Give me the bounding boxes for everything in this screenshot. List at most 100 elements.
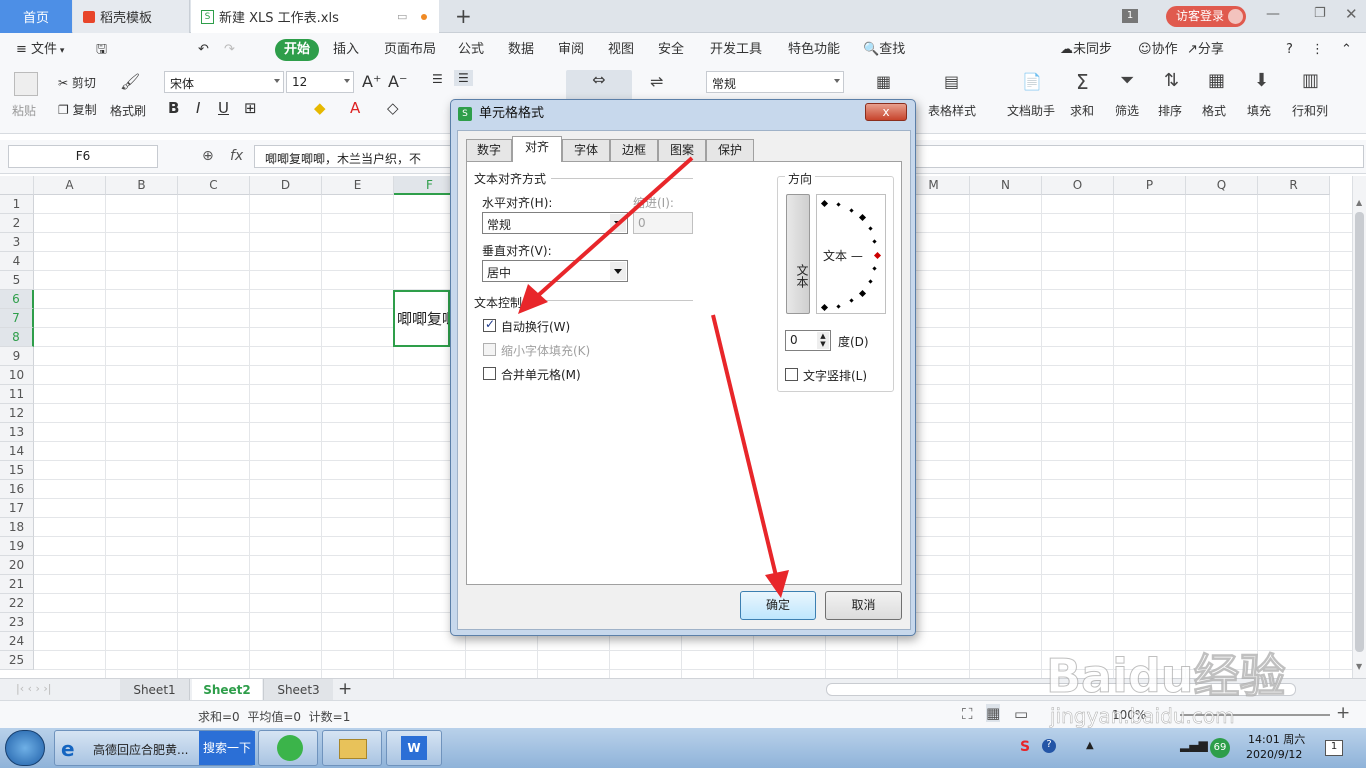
wrap-text-label[interactable]: 自动换行(W): [501, 318, 570, 335]
menu-security[interactable]: 安全: [658, 39, 684, 61]
row-header-13[interactable]: 13: [0, 423, 34, 442]
row-header-25[interactable]: 25: [0, 651, 34, 670]
conditional-format-icon[interactable]: ▦: [876, 72, 891, 91]
row-header-7[interactable]: 7: [0, 309, 34, 328]
row-header-19[interactable]: 19: [0, 537, 34, 556]
tab-template[interactable]: 稻壳模板: [73, 0, 190, 33]
add-sheet-icon[interactable]: +: [338, 679, 352, 699]
sort-label[interactable]: 排序: [1158, 102, 1182, 119]
sheet-tab-1[interactable]: Sheet1: [120, 679, 190, 701]
paste-label[interactable]: 粘贴: [12, 102, 36, 119]
notification-icon[interactable]: 1: [1325, 740, 1343, 756]
clock-date[interactable]: 2020/9/12: [1246, 748, 1302, 761]
sync-status[interactable]: ☁未同步: [1060, 39, 1112, 61]
taskbar-wps[interactable]: W: [386, 730, 442, 766]
shrink-fit-checkbox[interactable]: [483, 343, 496, 356]
zoom-search-icon[interactable]: ⊕: [202, 148, 214, 164]
align-middle-icon[interactable]: ☰: [454, 70, 473, 86]
row-header-3[interactable]: 3: [0, 233, 34, 252]
pin-icon[interactable]: ▭: [397, 10, 407, 23]
visitor-login-button[interactable]: 访客登录: [1166, 6, 1246, 27]
row-header-2[interactable]: 2: [0, 214, 34, 233]
column-header-R[interactable]: R: [1258, 176, 1330, 195]
table-style-icon[interactable]: ▤: [944, 72, 959, 91]
column-header-A[interactable]: A: [34, 176, 106, 195]
vertical-stack-label[interactable]: 文字竖排(L): [803, 367, 867, 384]
doc-helper-icon[interactable]: 📄: [1022, 72, 1042, 91]
tab-home[interactable]: 首页: [0, 0, 72, 33]
row-header-22[interactable]: 22: [0, 594, 34, 613]
normal-view-icon[interactable]: ⛶: [962, 705, 973, 723]
format-label[interactable]: 格式: [1202, 102, 1226, 119]
number-format-select[interactable]: 常规: [706, 71, 844, 93]
merge-cells-label[interactable]: 合并单元格(M): [501, 366, 581, 383]
sum-label[interactable]: 求和: [1070, 102, 1094, 119]
taskbar-ie[interactable]: e 高德回应合肥黄... 搜索一下: [54, 730, 255, 766]
tab-file[interactable]: S 新建 XLS 工作表.xls ▭: [191, 0, 439, 33]
row-header-12[interactable]: 12: [0, 404, 34, 423]
rowcol-icon[interactable]: ▥: [1302, 70, 1319, 91]
clock-time[interactable]: 14:01 周六: [1248, 731, 1305, 747]
restore-button[interactable]: ❐: [1314, 6, 1326, 21]
tray-expand-icon[interactable]: ▲: [1086, 740, 1094, 751]
italic-icon[interactable]: I: [196, 99, 200, 117]
row-header-10[interactable]: 10: [0, 366, 34, 385]
menu-insert[interactable]: 插入: [333, 39, 359, 61]
taskbar-explorer[interactable]: [322, 730, 382, 766]
tab-alignment[interactable]: 对齐: [512, 136, 562, 162]
column-header-D[interactable]: D: [250, 176, 322, 195]
tab-protection[interactable]: 保护: [706, 139, 754, 161]
sheet-tab-2[interactable]: Sheet2: [192, 679, 262, 701]
close-window-button[interactable]: ✕: [1345, 5, 1358, 23]
merge-cells-checkbox[interactable]: [483, 367, 496, 380]
font-grow-icon[interactable]: A⁺: [362, 72, 381, 91]
column-header-P[interactable]: P: [1114, 176, 1186, 195]
menu-view[interactable]: 视图: [608, 39, 634, 61]
zoom-in-icon[interactable]: +: [1336, 703, 1350, 723]
filter-icon[interactable]: ⏷: [1120, 70, 1134, 91]
start-button-icon[interactable]: [5, 730, 45, 766]
font-size-select[interactable]: 12: [286, 71, 354, 93]
window-count-badge[interactable]: 1: [1122, 9, 1138, 23]
align-top-icon[interactable]: ☰: [432, 72, 443, 86]
menu-page-layout[interactable]: 页面布局: [384, 39, 436, 61]
menu-data[interactable]: 数据: [508, 39, 534, 61]
bold-icon[interactable]: B: [168, 99, 179, 117]
rowcol-label[interactable]: 行和列: [1292, 102, 1328, 119]
menu-search[interactable]: 🔍查找: [863, 39, 905, 61]
spinner-arrows-icon[interactable]: ▲ ▼: [817, 332, 829, 349]
row-header-17[interactable]: 17: [0, 499, 34, 518]
fx-icon[interactable]: fx: [230, 148, 243, 164]
select-all-corner[interactable]: [0, 176, 34, 195]
row-header-6[interactable]: 6: [0, 290, 34, 309]
name-box[interactable]: F6: [8, 145, 158, 168]
degrees-spinner[interactable]: 0 ▲ ▼: [785, 330, 831, 351]
menu-file[interactable]: ≡ 文件 ▾: [16, 39, 64, 61]
fill-label[interactable]: 填充: [1247, 102, 1271, 119]
column-header-N[interactable]: N: [970, 176, 1042, 195]
tab-pattern[interactable]: 图案: [658, 139, 706, 161]
row-header-18[interactable]: 18: [0, 518, 34, 537]
underline-icon[interactable]: U: [218, 99, 229, 117]
row-header-9[interactable]: 9: [0, 347, 34, 366]
orientation-dial[interactable]: 文本 —: [816, 194, 886, 314]
save-icon[interactable]: 🖫: [96, 39, 107, 61]
undo-icon[interactable]: ↶: [198, 39, 209, 61]
wrap-text-checkbox[interactable]: [483, 317, 496, 332]
tray-badge[interactable]: 69: [1210, 738, 1230, 758]
indent-spinner[interactable]: 0: [633, 212, 693, 234]
collab-button[interactable]: ☺协作: [1138, 39, 1178, 61]
dialog-title-bar[interactable]: S 单元格格式: [451, 100, 915, 128]
menu-home[interactable]: 开始: [275, 39, 319, 61]
scroll-thumb[interactable]: [1355, 212, 1364, 652]
share-button[interactable]: ↗分享: [1187, 39, 1224, 61]
menu-special[interactable]: 特色功能: [788, 39, 840, 61]
sort-icon[interactable]: ⇅: [1164, 70, 1179, 91]
dialog-close-button[interactable]: x: [865, 103, 907, 121]
help-icon[interactable]: ?: [1286, 39, 1293, 61]
row-header-14[interactable]: 14: [0, 442, 34, 461]
new-tab-button[interactable]: +: [455, 4, 472, 28]
font-color-icon[interactable]: A: [350, 99, 360, 117]
row-header-20[interactable]: 20: [0, 556, 34, 575]
wrap-text-icon[interactable]: ⇌: [650, 72, 663, 91]
